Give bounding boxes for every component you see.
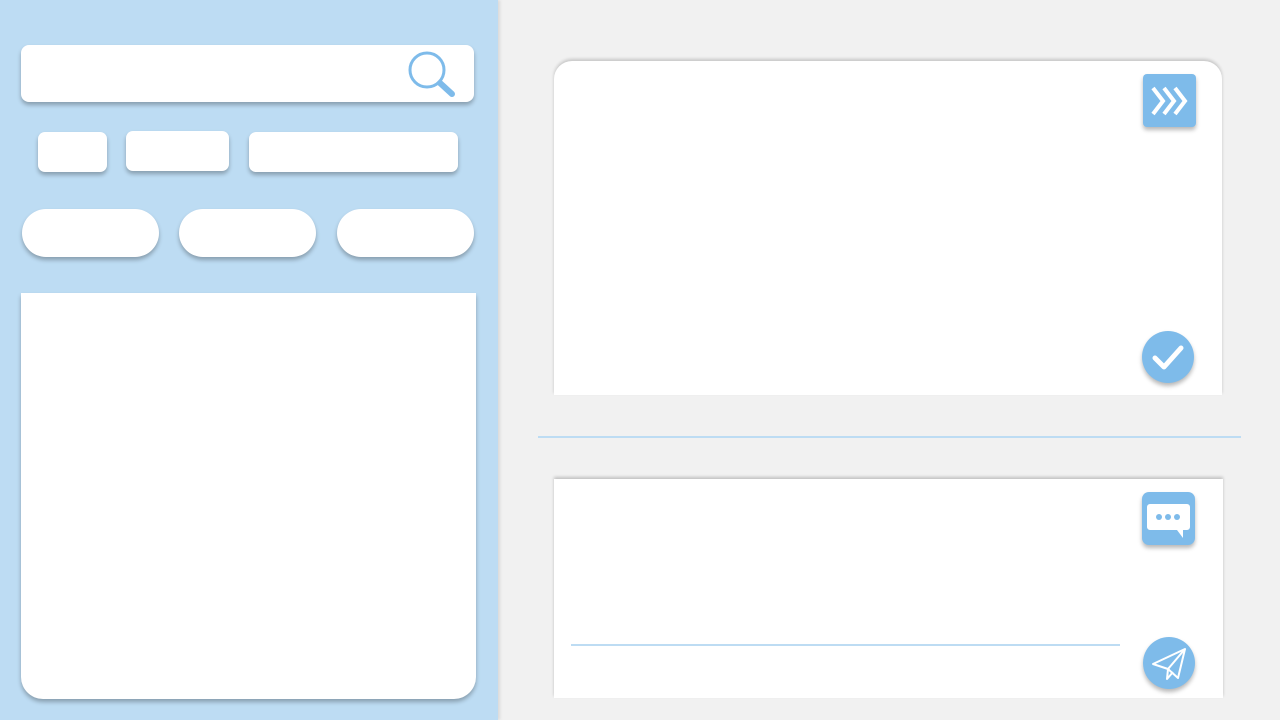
checkmark-icon <box>1152 345 1184 370</box>
confirm-button[interactable] <box>1142 331 1194 383</box>
filter-chip-1[interactable] <box>38 132 107 172</box>
search-input[interactable] <box>33 55 407 94</box>
send-button[interactable] <box>1143 637 1195 689</box>
paper-plane-icon <box>1152 648 1186 680</box>
filter-pill-3[interactable] <box>337 209 474 257</box>
search-button[interactable] <box>404 48 460 100</box>
filter-pill-2[interactable] <box>179 209 316 257</box>
forward-button[interactable] <box>1143 74 1196 127</box>
message-compose-card <box>554 479 1223 698</box>
chat-button[interactable] <box>1142 492 1195 545</box>
sidebar <box>0 0 498 720</box>
top-content-card <box>554 61 1222 395</box>
filter-chip-2[interactable] <box>126 131 229 171</box>
fast-forward-icon <box>1151 86 1188 116</box>
filter-chip-3[interactable] <box>249 132 458 172</box>
filter-pill-1[interactable] <box>22 209 159 257</box>
message-input[interactable] <box>571 600 1120 646</box>
section-divider <box>538 436 1241 438</box>
search-icon <box>408 51 455 97</box>
chat-bubble-icon <box>1147 504 1190 538</box>
results-list-panel <box>21 293 476 699</box>
